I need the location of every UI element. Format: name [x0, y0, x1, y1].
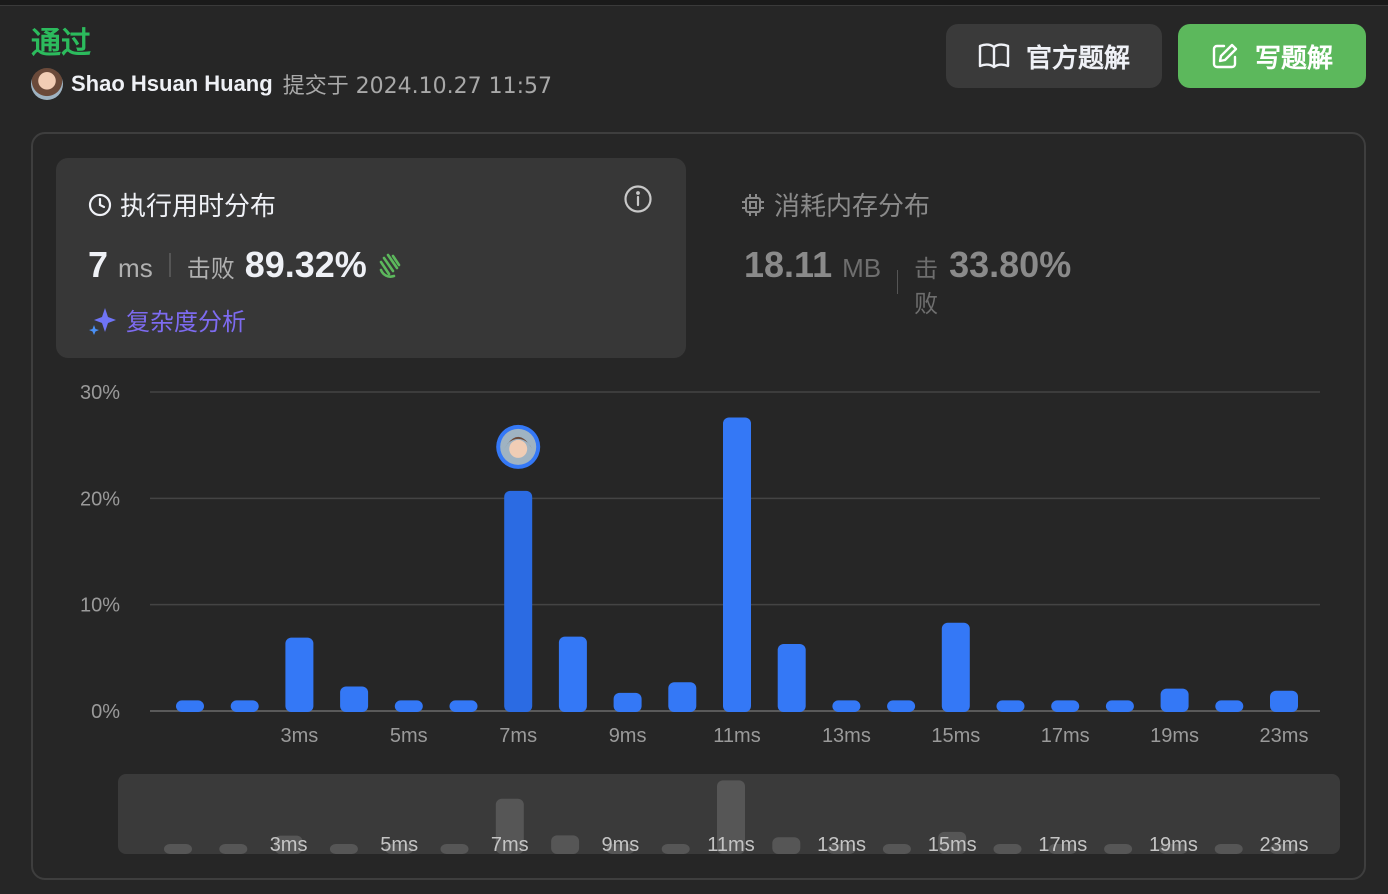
submission-meta: Shao Hsuan Huang 提交于 2024.10.27 11:57	[31, 68, 552, 100]
y-tick-label: 30%	[80, 382, 120, 404]
bar[interactable]	[668, 682, 697, 712]
user-name[interactable]: Shao Hsuan Huang	[71, 71, 273, 97]
complexity-label: 复杂度分析	[126, 308, 246, 336]
navigator-bar	[661, 844, 690, 854]
selected-avatar-face	[509, 439, 528, 458]
memory-beats-value: 33.80%	[949, 244, 1072, 285]
stat-separator	[168, 253, 171, 277]
x-tick-label: 7ms	[499, 725, 537, 747]
memory-title-text: 消耗内存分布	[774, 192, 931, 222]
bar[interactable]	[230, 700, 259, 712]
navigator-tick-label: 3ms	[270, 834, 308, 856]
navigator-bar	[882, 844, 911, 854]
memory-card[interactable]: 消耗内存分布 18.11 MB 击败 33.80%	[740, 186, 1071, 318]
bar[interactable]	[777, 644, 806, 712]
bar[interactable]	[1160, 688, 1189, 712]
bar[interactable]	[1270, 690, 1298, 712]
x-tick-label: 9ms	[609, 725, 647, 747]
navigator-bar	[1104, 844, 1133, 854]
sparkle-icon	[88, 305, 118, 335]
navigator-bar	[440, 844, 469, 854]
runtime-beats-label: 击败	[186, 255, 235, 283]
bar[interactable]	[449, 700, 478, 712]
x-tick-label: 13ms	[822, 725, 871, 747]
runtime-title-text: 执行用时分布	[120, 192, 277, 222]
navigator-bar	[329, 844, 358, 854]
bar[interactable]	[285, 637, 314, 712]
y-tick-label: 20%	[80, 488, 120, 510]
navigator-tick-label: 17ms	[1038, 834, 1087, 856]
navigator-bar	[219, 844, 248, 854]
official-solution-button[interactable]: 官方题解	[946, 24, 1162, 88]
navigator-tick-label: 19ms	[1149, 834, 1198, 856]
runtime-distribution-chart[interactable]: 0% 10% 20% 30% 3ms 5ms 7ms 9ms 11ms 13ms 15ms 17ms 1…	[60, 380, 1350, 860]
x-tick-label: 23ms	[1260, 725, 1309, 747]
book-icon	[978, 43, 1010, 69]
x-tick-label: 3ms	[281, 725, 319, 747]
bar[interactable]	[832, 700, 861, 712]
bar[interactable]	[1105, 700, 1134, 712]
runtime-beats-value: 89.32%	[244, 244, 367, 285]
navigator-bar	[993, 844, 1022, 854]
navigator-bar	[772, 837, 801, 854]
bar[interactable]	[394, 700, 423, 712]
bar[interactable]	[941, 622, 970, 712]
navigator-tick-label: 9ms	[602, 834, 640, 856]
memory-value: 18.11	[744, 244, 833, 285]
bar[interactable]	[340, 686, 369, 712]
runtime-title: 执行用时分布	[88, 186, 276, 223]
navigator-tick-label: 7ms	[491, 834, 529, 856]
runtime-unit: ms	[118, 253, 153, 283]
chip-icon	[740, 192, 766, 218]
x-tick-label: 19ms	[1150, 725, 1199, 747]
y-tick-label: 0%	[91, 701, 120, 723]
navigator-tick-label: 23ms	[1260, 834, 1309, 856]
memory-title: 消耗内存分布	[740, 186, 930, 223]
write-solution-label: 写题解	[1254, 43, 1333, 74]
info-icon[interactable]	[623, 184, 653, 219]
runtime-stats: 7 ms 击败 89.32%	[88, 244, 405, 286]
x-tick-label: 5ms	[390, 725, 428, 747]
navigator-tick-label: 13ms	[817, 834, 866, 856]
y-tick-label: 10%	[80, 595, 120, 617]
bar[interactable]	[176, 700, 204, 712]
submitted-time: 提交于 2024.10.27 11:57	[282, 74, 553, 99]
bar[interactable]	[1215, 700, 1244, 712]
x-tick-label: 17ms	[1041, 725, 1090, 747]
memory-beats-label: 击败	[914, 255, 939, 318]
edit-icon	[1211, 42, 1239, 70]
navigator-bar	[551, 835, 580, 854]
selected-bar[interactable]	[504, 490, 533, 712]
bar[interactable]	[558, 636, 587, 712]
stat-separator	[897, 269, 899, 294]
status-accepted: 通过	[31, 26, 91, 61]
navigator-tick-label: 11ms	[707, 834, 754, 856]
navigator-tick-label: 15ms	[928, 834, 977, 856]
bar[interactable]	[723, 417, 751, 712]
memory-stats: 18.11 MB 击败 33.80%	[744, 244, 1071, 319]
clock-icon	[88, 193, 112, 217]
clap-icon	[375, 250, 405, 280]
navigator-bar	[164, 844, 192, 854]
write-solution-button[interactable]: 写题解	[1178, 24, 1366, 88]
user-avatar[interactable]	[31, 68, 63, 100]
bar[interactable]	[613, 692, 642, 712]
runtime-value: 7	[88, 244, 109, 285]
runtime-card[interactable]: 执行用时分布 7 ms 击败 89.32% 复杂度分析	[56, 158, 686, 358]
bar[interactable]	[887, 700, 916, 712]
navigator-bar	[1214, 844, 1243, 854]
bar[interactable]	[1051, 700, 1080, 712]
complexity-analysis-link[interactable]: 复杂度分析	[88, 302, 246, 337]
navigator-tick-label: 5ms	[380, 834, 418, 856]
x-tick-label: 11ms	[713, 725, 760, 747]
bar[interactable]	[996, 700, 1025, 712]
top-divider	[0, 0, 1388, 6]
x-tick-label: 15ms	[931, 725, 980, 747]
memory-unit: MB	[842, 253, 882, 283]
official-solution-label: 官方题解	[1025, 43, 1130, 74]
